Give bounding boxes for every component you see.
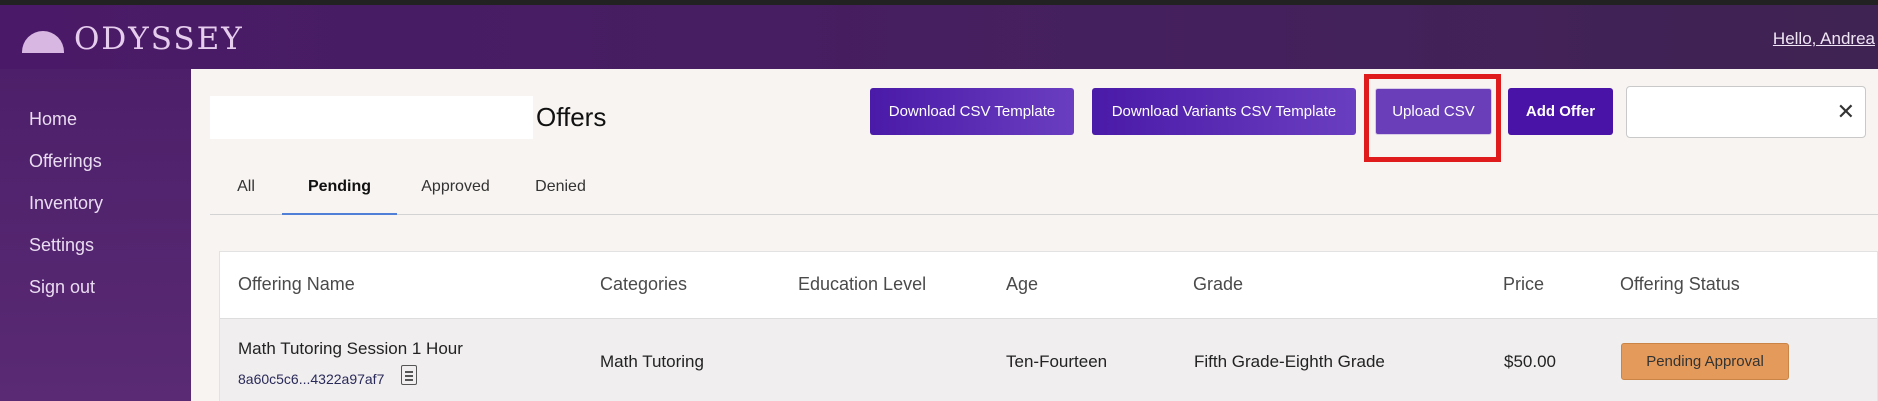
tab-all[interactable]: All xyxy=(210,159,282,215)
upload-csv-button[interactable]: Upload CSV xyxy=(1375,88,1492,135)
search-field[interactable]: ✕ xyxy=(1626,86,1866,138)
column-header-offering-status[interactable]: Offering Status xyxy=(1620,274,1740,295)
column-header-price[interactable]: Price xyxy=(1503,274,1544,295)
sidebar-nav: Home Offerings Inventory Settings Sign o… xyxy=(0,69,191,308)
column-header-offering-name[interactable]: Offering Name xyxy=(238,274,355,295)
main-content: Offers Download CSV Template Download Va… xyxy=(191,69,1878,401)
offering-grade: Fifth Grade-Eighth Grade xyxy=(1194,352,1385,371)
status-badge: Pending Approval xyxy=(1621,343,1789,380)
download-csv-template-button[interactable]: Download CSV Template xyxy=(870,88,1074,135)
offering-name[interactable]: Math Tutoring Session 1 Hour xyxy=(238,339,463,359)
status-tabs: All Pending Approved Denied xyxy=(210,159,1878,215)
table-row[interactable]: Math Tutoring Session 1 Hour 8a60c5c6...… xyxy=(220,318,1877,401)
column-header-grade[interactable]: Grade xyxy=(1193,274,1243,295)
logo[interactable]: ODYSSEY xyxy=(22,21,244,57)
sidebar-item-settings[interactable]: Settings xyxy=(0,224,191,266)
column-header-categories[interactable]: Categories xyxy=(600,274,687,295)
table-header: Offering Name Categories Education Level… xyxy=(220,252,1877,318)
download-variants-csv-template-button[interactable]: Download Variants CSV Template xyxy=(1092,88,1356,135)
offering-price: $50.00 xyxy=(1504,352,1556,371)
title-placeholder-box xyxy=(210,96,533,139)
add-offer-button[interactable]: Add Offer xyxy=(1508,88,1613,135)
sidebar: Home Offerings Inventory Settings Sign o… xyxy=(0,69,191,401)
sidebar-item-home[interactable]: Home xyxy=(0,98,191,140)
sidebar-item-sign-out[interactable]: Sign out xyxy=(0,266,191,308)
sidebar-item-offerings[interactable]: Offerings xyxy=(0,140,191,182)
app-header: ODYSSEY Hello, Andrea xyxy=(0,5,1878,69)
close-icon[interactable]: ✕ xyxy=(1837,99,1855,125)
sidebar-item-inventory[interactable]: Inventory xyxy=(0,182,191,224)
offers-table: Offering Name Categories Education Level… xyxy=(219,251,1878,401)
offering-id: 8a60c5c6...4322a97af7 xyxy=(238,371,385,387)
column-header-age[interactable]: Age xyxy=(1006,274,1038,295)
offering-age: Ten-Fourteen xyxy=(1006,352,1108,371)
page-title: Offers xyxy=(536,102,607,132)
tab-denied[interactable]: Denied xyxy=(513,159,608,215)
user-greeting-link[interactable]: Hello, Andrea xyxy=(1773,29,1875,49)
column-header-education-level[interactable]: Education Level xyxy=(798,274,926,295)
tab-pending[interactable]: Pending xyxy=(282,159,397,215)
logo-text: ODYSSEY xyxy=(74,21,244,57)
copy-icon[interactable] xyxy=(401,365,417,385)
logo-icon xyxy=(22,31,64,53)
offering-category: Math Tutoring xyxy=(600,352,704,371)
tab-approved[interactable]: Approved xyxy=(398,159,513,215)
